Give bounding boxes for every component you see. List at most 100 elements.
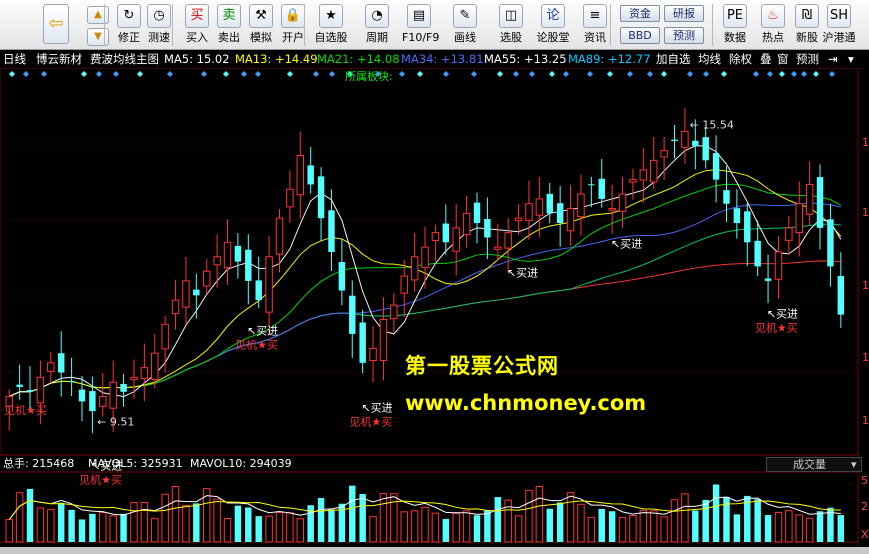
candle-up (296, 155, 305, 196)
volume-bar-up (410, 510, 419, 543)
candle-up (608, 208, 616, 211)
candle-up (535, 198, 544, 216)
volume-info-bar: 总手: 215468 MAVOL5: 325931 MAVOL10: 29403… (0, 456, 869, 472)
data-label: 数据 (724, 31, 746, 44)
hot-button[interactable]: ♨ 热点 (756, 2, 790, 48)
f10-button[interactable]: ▤ F10/F9 (402, 2, 440, 48)
window-button[interactable]: 窗 (777, 50, 789, 68)
chevron-down-icon[interactable]: ▾ (848, 50, 854, 68)
candle-up (109, 381, 117, 409)
candle-down (692, 140, 699, 146)
simulate-label: 模拟 (250, 31, 272, 44)
signal-diamond (753, 71, 759, 77)
candle-down (255, 280, 262, 301)
small-button-2[interactable]: 研报 (664, 5, 704, 22)
toolbar-separator (304, 4, 305, 46)
small-button-1[interactable]: BBD (620, 27, 660, 44)
volume-bar-down (78, 519, 86, 542)
pick-label: 选股 (500, 31, 522, 44)
volume-bar-down (484, 510, 491, 542)
expand-panel-icon[interactable]: ⇥ (828, 50, 838, 68)
indicator-name[interactable]: 费波均线主图 (90, 50, 159, 68)
hkconnect-button[interactable]: SH 沪港通 (822, 2, 856, 48)
volume-axis-label: 5 (861, 474, 868, 487)
signal-diamond (329, 71, 335, 77)
candle-up (431, 232, 440, 241)
simulate-button[interactable]: ⚒ 模拟 (244, 2, 278, 48)
volume-bar-down (68, 509, 75, 542)
ma34-value: MA34: +13.81 (401, 52, 484, 66)
volume-bar-up (618, 516, 627, 543)
back-button[interactable]: ⇦ (42, 2, 70, 48)
small-button-0[interactable]: 资金 (620, 5, 660, 22)
sector-label: 所属板块: (345, 69, 393, 83)
fix-button[interactable]: ↻ 修正 (112, 2, 146, 48)
volume-bar-up (535, 485, 544, 543)
stock-name: 博云新材 (36, 52, 82, 66)
volume-bar-up (36, 507, 45, 543)
volume-indicator-dropdown[interactable]: 成交量 ▾ (766, 457, 862, 472)
candle-down (193, 289, 200, 296)
stopwatch-icon: ◷ (147, 4, 171, 28)
sse-hke-icon: SH (827, 4, 851, 28)
volume-bar-down (608, 511, 616, 542)
pagedown-button[interactable]: ▼ (84, 26, 112, 46)
pick-button[interactable]: ◫ 选股 (494, 2, 528, 48)
signal-diamond (791, 71, 797, 77)
toolbar-separator (610, 4, 611, 46)
candle-up (514, 217, 523, 222)
period-button[interactable]: ◔ 周期 (360, 2, 394, 48)
small-button-3[interactable]: 预测 (664, 27, 704, 44)
sell-button[interactable]: 卖卖出 (212, 2, 246, 48)
buy-signal-label: ↖买进 (247, 324, 278, 337)
add-favorite-button[interactable]: 加自选 (656, 50, 691, 68)
toolbar-separator (172, 4, 173, 46)
volume-bar-up (275, 511, 284, 543)
buy-button[interactable]: 买买入 (180, 2, 214, 48)
pe-icon: PE (723, 4, 747, 28)
candle-up (400, 275, 408, 294)
adjust-button[interactable]: 除权 (729, 50, 752, 68)
f10-label: F10/F9 (402, 31, 440, 44)
period-label[interactable]: 日线 (3, 50, 26, 68)
candle-down (712, 153, 720, 180)
volume-bar-up (566, 492, 575, 543)
forecast-button[interactable]: 预测 (796, 50, 819, 68)
volume-bar-up (525, 489, 533, 543)
candle-up (494, 246, 502, 250)
warn-signal-label: 见机★买 (4, 403, 47, 417)
newstock-button[interactable]: ₪ 新股 (790, 2, 824, 48)
selfselect-button[interactable]: ★ 自选股 (314, 2, 348, 48)
signal-diamond (607, 71, 613, 77)
forum-button[interactable]: 论论股堂 (536, 2, 570, 48)
draw-button[interactable]: ✎ 画线 (448, 2, 482, 48)
kline-chart[interactable]: 11111所属板块:← 15.54← 9.51↖买进见机★买↖买进见机★买↖买进… (0, 68, 869, 546)
speed-button[interactable]: ◷ 测速 (142, 2, 176, 48)
chevron-down-icon: ▾ (851, 458, 857, 471)
signal-diamond (223, 71, 229, 77)
candle-up (421, 246, 429, 269)
volume-bar-down (120, 513, 127, 542)
candle-down (349, 295, 356, 334)
volume-bar-down (349, 485, 356, 542)
ma-toggle-button[interactable]: 均线 (698, 50, 721, 68)
volume-bar-up (514, 515, 523, 543)
volume-bar-down (598, 508, 605, 542)
volume-axis-label: X (861, 528, 869, 541)
right-axis-label: 1 (862, 206, 869, 219)
news-button[interactable]: ≡ 资讯 (578, 2, 612, 48)
mavol5-value: MAVOL5: 325931 (88, 457, 183, 470)
signal-diamond (471, 71, 477, 77)
overlay-button[interactable]: 叠 (760, 50, 772, 68)
data-button[interactable]: PE 数据 (718, 2, 752, 48)
candle-up (618, 193, 627, 212)
candle-down (57, 353, 65, 373)
volume-bar-down (359, 493, 366, 542)
warn-signal-label: 见机★买 (235, 337, 278, 351)
signal-diamond (443, 71, 449, 77)
pageup-button[interactable]: ▲ (84, 4, 112, 24)
candle-down (764, 278, 772, 281)
candle-down (827, 219, 834, 267)
volume-bar-up (774, 511, 783, 543)
stock-pick-icon: ◫ (499, 4, 523, 28)
